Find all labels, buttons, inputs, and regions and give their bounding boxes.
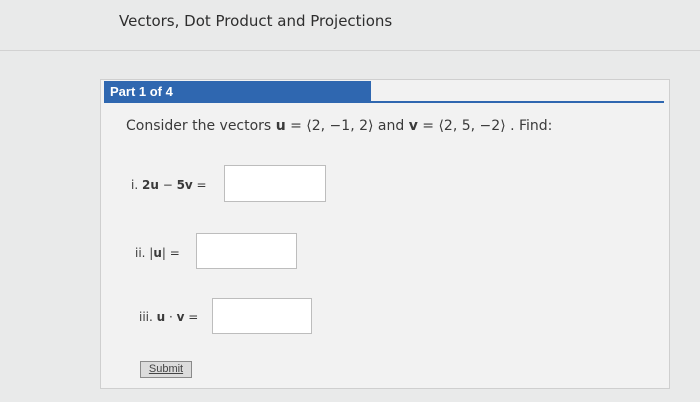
expr-operator: · xyxy=(165,310,177,324)
item-number: ii. xyxy=(135,246,150,260)
answer-input-iii[interactable] xyxy=(212,298,312,334)
submit-button[interactable]: Submit xyxy=(140,361,192,378)
expr-term: 2u xyxy=(141,178,159,192)
page-title: Vectors, Dot Product and Projections xyxy=(119,12,393,30)
vector-v-value: = ⟨2, 5, −2⟩ . Find: xyxy=(417,118,553,134)
expr-term: u xyxy=(156,310,166,324)
item-number: iii. xyxy=(139,310,157,324)
expr-operator: − xyxy=(158,178,177,192)
expr-term: u xyxy=(153,246,162,260)
equals-sign: = xyxy=(184,310,199,324)
item-ii-label: ii. |u| = xyxy=(135,246,180,260)
answer-input-i[interactable] xyxy=(224,165,326,202)
vector-u-label: u xyxy=(275,118,286,134)
item-number: i. xyxy=(131,178,142,192)
prompt-prefix: Consider the vectors xyxy=(126,118,276,134)
question-prompt: Consider the vectors u = ⟨2, −1, 2⟩ and … xyxy=(126,118,552,134)
equals-sign: = xyxy=(165,246,180,260)
vector-u-value: = ⟨2, −1, 2⟩ and xyxy=(285,118,409,134)
item-i-label: i. 2u − 5v = xyxy=(131,178,207,192)
item-iii-label: iii. u · v = xyxy=(139,310,198,324)
vector-v-label: v xyxy=(408,118,418,134)
equals-sign: = xyxy=(192,178,207,192)
part-header-rule xyxy=(104,101,664,103)
header-divider xyxy=(0,50,700,51)
part-header: Part 1 of 4 xyxy=(104,81,371,102)
answer-input-ii[interactable] xyxy=(196,233,297,269)
expr-term: 5v xyxy=(176,178,193,192)
